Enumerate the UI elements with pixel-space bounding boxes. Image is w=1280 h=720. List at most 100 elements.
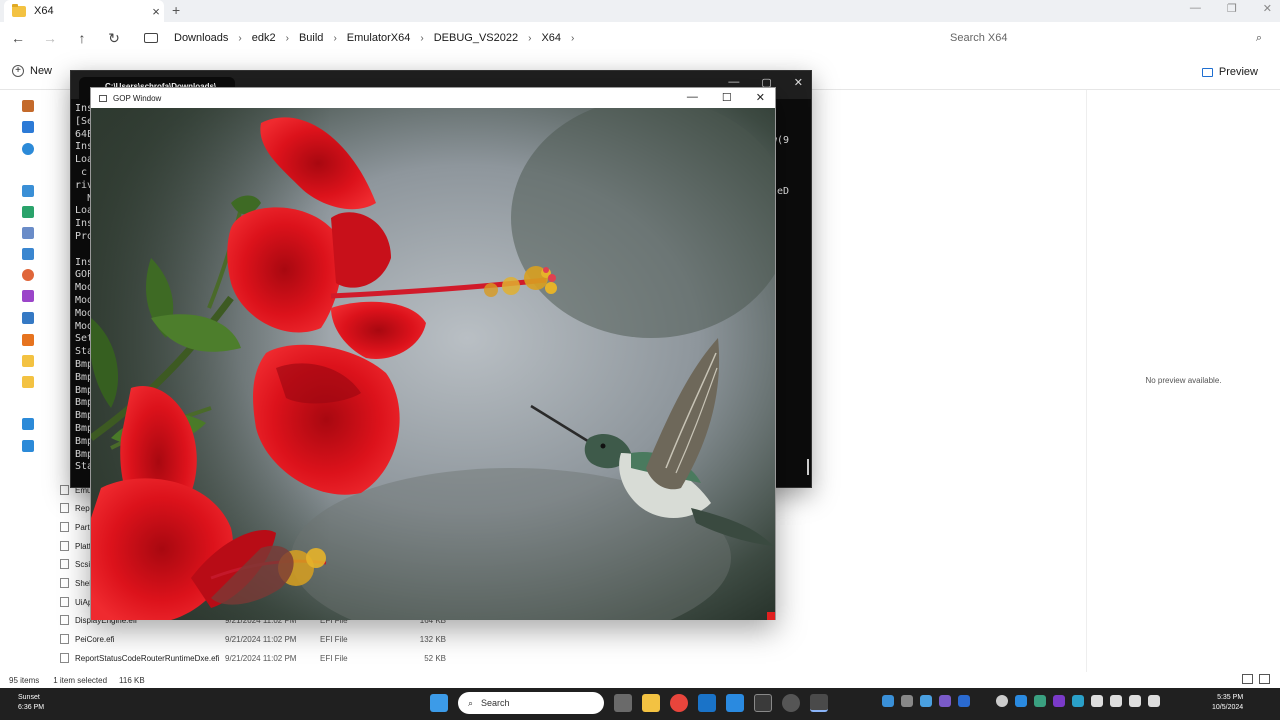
details-view-icon[interactable]: [1242, 674, 1253, 684]
folder-icon[interactable]: [22, 355, 34, 367]
breadcrumb-item[interactable]: DEBUG_VS2022: [428, 32, 524, 44]
tray-icon[interactable]: [939, 695, 951, 707]
file-type: EFI File: [320, 634, 348, 644]
tray-icon[interactable]: [1034, 695, 1046, 707]
outlook-icon[interactable]: [698, 694, 716, 712]
close-icon[interactable]: ✕: [794, 76, 803, 89]
tray-spacer: [977, 695, 989, 707]
file-explorer-icon[interactable]: [642, 694, 660, 712]
terminal-scrollbar[interactable]: [807, 459, 809, 475]
gallery-icon[interactable]: [22, 121, 34, 133]
close-tab-icon[interactable]: ×: [148, 4, 164, 19]
onedrive-icon[interactable]: [1015, 695, 1027, 707]
weather-widget[interactable]: Sunset 6:36 PM: [18, 693, 44, 713]
forward-button[interactable]: →: [34, 30, 66, 46]
new-tab-button[interactable]: +: [172, 2, 180, 18]
tiles-view-icon[interactable]: [1259, 674, 1270, 684]
onenote-icon[interactable]: [1053, 695, 1065, 707]
search-icon: ⌕: [468, 697, 474, 708]
battery-icon[interactable]: [1148, 695, 1160, 707]
file-icon: [60, 653, 69, 663]
file-size: 52 KB: [424, 653, 446, 663]
network-icon[interactable]: [22, 440, 34, 452]
search-input[interactable]: Search X64 ⌕: [940, 26, 1272, 50]
chevron-right-icon[interactable]: ›: [567, 33, 578, 44]
file-icon: [60, 541, 69, 551]
gop-window[interactable]: GOP Window — ☐ ✕: [90, 87, 776, 620]
breadcrumb-item[interactable]: edk2: [246, 32, 282, 44]
chevron-right-icon[interactable]: ›: [282, 33, 293, 44]
minimize-icon[interactable]: —: [1190, 2, 1201, 15]
onedrive-icon[interactable]: [22, 143, 34, 155]
file-date: 9/21/2024 11:02 PM: [225, 634, 297, 644]
wifi-icon[interactable]: [1129, 695, 1141, 707]
computer-icon[interactable]: [144, 33, 158, 43]
tray-icon[interactable]: [996, 695, 1008, 707]
file-row[interactable]: ReportStatusCodeRouterRuntimeDxe.efi 9/21…: [60, 649, 446, 667]
tray-icon[interactable]: [920, 695, 932, 707]
file-icon: [60, 485, 69, 495]
chevron-right-icon[interactable]: ›: [234, 33, 245, 44]
vscode-icon[interactable]: [726, 694, 744, 712]
close-icon[interactable]: ✕: [756, 91, 765, 104]
breadcrumb-item[interactable]: EmulatorX64: [341, 32, 417, 44]
app-icon[interactable]: [22, 312, 34, 324]
taskbar-search[interactable]: ⌕ Search: [458, 692, 604, 714]
office-icon[interactable]: [22, 334, 34, 346]
home-icon[interactable]: [22, 100, 34, 112]
file-icon: [60, 634, 69, 644]
gop-framebuffer-image: [91, 108, 775, 620]
chevron-right-icon[interactable]: ›: [524, 33, 535, 44]
pictures-icon[interactable]: [22, 248, 34, 260]
task-view-icon[interactable]: [614, 694, 632, 712]
tray-icon[interactable]: [901, 695, 913, 707]
status-bar: 95 items 1 item selected 116 KB: [0, 672, 1280, 688]
videos-icon[interactable]: [22, 290, 34, 302]
file-icon: [60, 615, 69, 625]
breadcrumb-item[interactable]: Build: [293, 32, 329, 44]
taskbar-search-label: Search: [481, 698, 510, 708]
refresh-button[interactable]: ↻: [98, 30, 130, 47]
clock-time: 5:35 PM: [1217, 694, 1244, 701]
tab-title: X64: [34, 5, 54, 17]
maximize-icon[interactable]: ☐: [722, 91, 732, 104]
desktop-icon[interactable]: [22, 185, 34, 197]
breadcrumb-item[interactable]: X64: [535, 32, 567, 44]
start-icon[interactable]: [430, 694, 448, 712]
tray-icon[interactable]: [882, 695, 894, 707]
chrome-icon[interactable]: [670, 694, 688, 712]
search-placeholder: Search X64: [950, 32, 1008, 44]
file-size: 132 KB: [419, 634, 446, 644]
breadcrumb-item[interactable]: Downloads: [168, 32, 234, 44]
chevron-right-icon[interactable]: ›: [329, 33, 340, 44]
file-icon: [60, 559, 69, 569]
up-button[interactable]: ↑: [66, 30, 98, 46]
microphone-icon[interactable]: [1091, 695, 1103, 707]
downloads-icon[interactable]: [22, 206, 34, 218]
this-pc-icon[interactable]: [22, 418, 34, 430]
close-icon[interactable]: ✕: [1263, 2, 1272, 15]
app-icon[interactable]: [782, 694, 800, 712]
music-icon[interactable]: [22, 269, 34, 281]
volume-icon[interactable]: [1110, 695, 1122, 707]
preview-button[interactable]: Preview: [1201, 66, 1258, 78]
maximize-icon[interactable]: ❐: [1227, 2, 1237, 15]
clock[interactable]: 5:35 PM 10/5/2024: [1212, 693, 1243, 713]
terminal-icon[interactable]: [754, 694, 772, 712]
tray-icon[interactable]: [958, 695, 970, 707]
navigation-pane: [0, 90, 40, 675]
new-button[interactable]: + New: [12, 65, 52, 77]
tray-icon[interactable]: [1072, 695, 1084, 707]
documents-icon[interactable]: [22, 227, 34, 239]
gop-app-icon[interactable]: [810, 694, 828, 712]
breadcrumb: Downloads › edk2 › Build › EmulatorX64 › DEBUG_V…: [138, 26, 933, 50]
minimize-icon[interactable]: —: [687, 91, 698, 104]
explorer-navbar: ← → ↑ ↻ Downloads › edk2 › Build › EmulatorX64…: [0, 22, 1280, 54]
folder-icon[interactable]: [22, 376, 34, 388]
chevron-right-icon[interactable]: ›: [416, 33, 427, 44]
back-button[interactable]: ←: [2, 30, 34, 46]
file-icon: [60, 578, 69, 588]
tab-x64[interactable]: X64 ×: [4, 0, 164, 22]
file-row[interactable]: PeiCore.efi 9/21/2024 11:02 PM EFI File 132…: [60, 630, 446, 648]
preview-label: Preview: [1218, 66, 1258, 78]
